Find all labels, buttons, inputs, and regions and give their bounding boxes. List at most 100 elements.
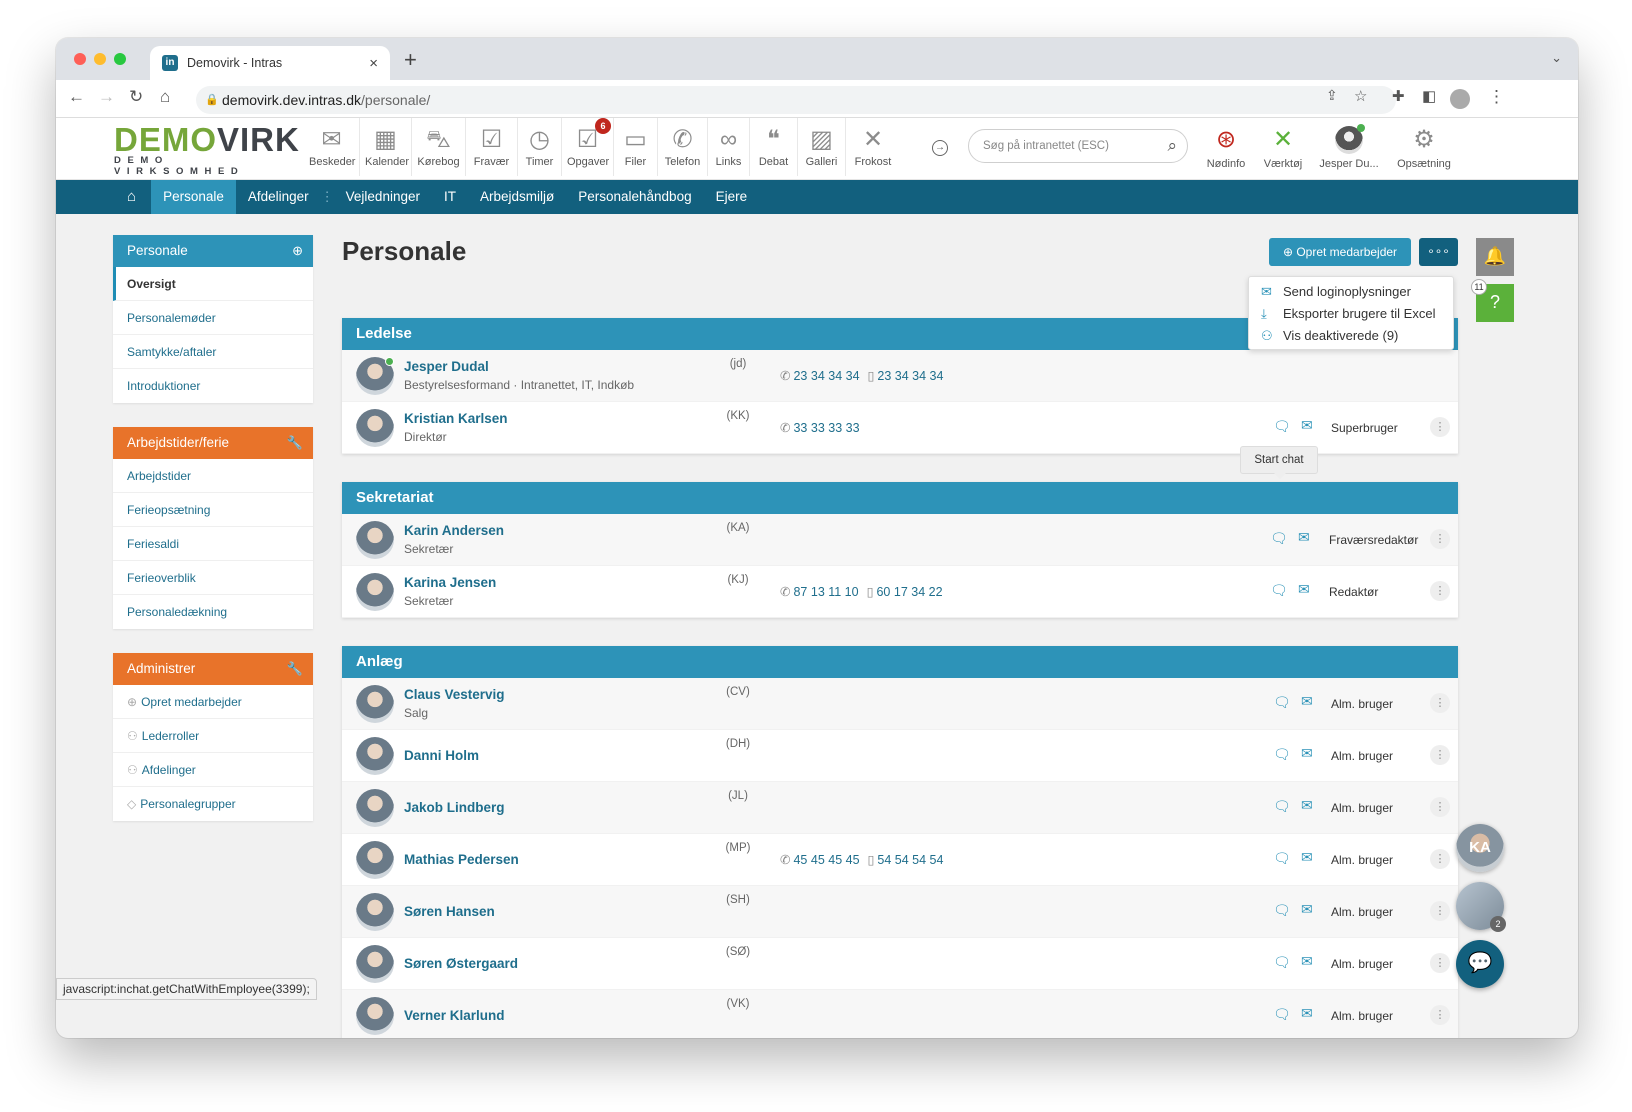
topbar-frav-r-button[interactable]: ☑ Fravær [466, 118, 518, 176]
sidebar-item[interactable]: Arbejdstider [113, 459, 313, 493]
nav-item-personalehåndbog[interactable]: Personalehåndbog [566, 180, 703, 214]
employee-name-link[interactable]: Jakob Lindberg [404, 800, 505, 815]
employee-name-link[interactable]: Verner Klarlund [404, 1008, 505, 1023]
opsaetning-button[interactable]: ⚙ Opsætning [1396, 124, 1452, 170]
nodinfo-button[interactable]: ⊛ Nødinfo [1204, 124, 1248, 170]
employee-name-link[interactable]: Søren Østergaard [404, 956, 518, 971]
sidebar-heading[interactable]: Personale ⊕ [113, 235, 313, 267]
row-menu-icon[interactable]: ⋮ [1430, 849, 1450, 869]
employee-name-link[interactable]: Danni Holm [404, 748, 479, 763]
employee-avatar[interactable] [356, 409, 394, 447]
search-input[interactable]: Søg på intranettet (ESC) ⌕ [968, 129, 1188, 163]
more-options-button[interactable]: ∘∘∘ [1419, 238, 1458, 266]
close-tab-icon[interactable]: × [369, 55, 378, 72]
tab-search-icon[interactable]: ⌄ [1551, 50, 1562, 66]
topbar-opgaver-button[interactable]: ☑ Opgaver 6 [562, 118, 614, 176]
sidebar-item[interactable]: Ferieoverblik [113, 561, 313, 595]
search-icon[interactable]: ⌕ [1167, 130, 1177, 162]
sidebar-item[interactable]: ⚇ Lederroller [113, 719, 313, 753]
employee-name-link[interactable]: Jesper Dudal [404, 359, 489, 374]
sidebar-item[interactable]: Introduktioner [113, 369, 313, 403]
phone-link[interactable]: 33 33 33 33 [793, 421, 859, 435]
forward-icon[interactable]: → [98, 87, 115, 107]
home-nav-icon[interactable]: ⌂ [112, 180, 151, 214]
mobile-link[interactable]: 60 17 34 22 [876, 585, 942, 599]
sidebar-item[interactable]: ◇ Personalegrupper [113, 787, 313, 821]
send-mail-icon[interactable]: ✉ [1298, 529, 1310, 546]
user-menu-button[interactable]: Jesper Du... [1314, 124, 1384, 170]
wrench-icon[interactable]: 🔧 [287, 653, 303, 685]
row-menu-icon[interactable]: ⋮ [1430, 901, 1450, 921]
start-chat-icon[interactable]: 🗨 [1273, 850, 1291, 867]
browser-menu-icon[interactable]: ⋮ [1488, 87, 1505, 107]
row-menu-icon[interactable]: ⋮ [1430, 1005, 1450, 1025]
topbar-debat-button[interactable]: ❝ Debat [750, 118, 798, 176]
profile-avatar-icon[interactable] [1450, 89, 1470, 109]
logo[interactable]: DEMOVIRK DEMO VIRKSOMHED [114, 123, 299, 178]
sidebar-item[interactable]: ⊕ Opret medarbejder [113, 685, 313, 719]
sidebar-item[interactable]: Personaledækning [113, 595, 313, 629]
nav-item-it[interactable]: IT [432, 180, 468, 214]
start-chat-icon[interactable]: 🗨 [1270, 530, 1288, 547]
chat-launcher-button[interactable]: 💬 [1456, 940, 1504, 988]
sidebar-item[interactable]: ⚇ Afdelinger [113, 753, 313, 787]
sidebar-heading[interactable]: Arbejdstider/ferie 🔧 [113, 427, 313, 459]
topbar-frokost-button[interactable]: ✕ Frokost [846, 118, 900, 176]
start-chat-icon[interactable]: 🗨 [1270, 582, 1288, 599]
topbar-kalender-button[interactable]: ▦ Kalender [360, 118, 412, 176]
group-chat-avatar[interactable]: 2 [1456, 882, 1506, 932]
send-mail-icon[interactable]: ✉ [1301, 1005, 1313, 1022]
nav-item-personale[interactable]: Personale [151, 180, 236, 214]
arrow-right-icon[interactable]: → [932, 140, 948, 156]
mobile-link[interactable]: 23 34 34 34 [877, 369, 943, 383]
plus-circle-icon[interactable]: ⊕ [292, 235, 303, 267]
employee-name-link[interactable]: Kristian Karlsen [404, 411, 508, 426]
employee-avatar[interactable] [356, 521, 394, 559]
sidebar-item[interactable]: Ferieopsætning [113, 493, 313, 527]
start-chat-icon[interactable]: 🗨 [1273, 418, 1291, 435]
row-menu-icon[interactable]: ⋮ [1430, 953, 1450, 973]
send-mail-icon[interactable]: ✉ [1301, 745, 1313, 762]
nav-item-arbejdsmiljø[interactable]: Arbejdsmiljø [468, 180, 566, 214]
address-bar[interactable]: 🔒 demovirk.dev.intras.dk/personale/ [196, 86, 1396, 114]
employee-name-link[interactable]: Mathias Pedersen [404, 852, 519, 867]
row-menu-icon[interactable]: ⋮ [1430, 745, 1450, 765]
employee-name-link[interactable]: Claus Vestervig [404, 687, 505, 702]
topbar-k-rebog-button[interactable]: ⛍ Kørebog [412, 118, 466, 176]
vaerktoj-button[interactable]: ✕ Værktøj [1258, 124, 1308, 170]
employee-name-link[interactable]: Søren Hansen [404, 904, 495, 919]
mobile-link[interactable]: 54 54 54 54 [877, 853, 943, 867]
sidebar-item[interactable]: Feriesaldi [113, 527, 313, 561]
maximize-window-button[interactable] [114, 53, 126, 65]
nav-item-ejere[interactable]: Ejere [704, 180, 760, 214]
start-chat-icon[interactable]: 🗨 [1273, 902, 1291, 919]
dropdown-item[interactable]: ⚇ Vis deaktiverede (9) [1249, 325, 1453, 347]
start-chat-icon[interactable]: 🗨 [1273, 954, 1291, 971]
topbar-galleri-button[interactable]: ▨ Galleri [798, 118, 846, 176]
start-chat-icon[interactable]: 🗨 [1273, 746, 1291, 763]
employee-avatar[interactable] [356, 573, 394, 611]
employee-name-link[interactable]: Karina Jensen [404, 575, 496, 590]
dropdown-item[interactable]: ✉ Send loginoplysninger [1249, 281, 1453, 303]
start-chat-icon[interactable]: 🗨 [1273, 798, 1291, 815]
sidebar-item[interactable]: Oversigt [113, 267, 313, 301]
start-chat-icon[interactable]: 🗨 [1273, 694, 1291, 711]
sidebar-item[interactable]: Samtykke/aftaler [113, 335, 313, 369]
send-mail-icon[interactable]: ✉ [1301, 901, 1313, 918]
employee-avatar[interactable] [356, 841, 394, 879]
bookmark-star-icon[interactable]: ☆ [1354, 87, 1367, 105]
row-menu-icon[interactable]: ⋮ [1430, 797, 1450, 817]
phone-link[interactable]: 87 13 11 10 [793, 585, 858, 599]
extensions-icon[interactable]: ✚ [1392, 87, 1405, 105]
phone-link[interactable]: 45 45 45 45 [793, 853, 859, 867]
topbar-telefon-button[interactable]: ✆ Telefon [658, 118, 708, 176]
share-icon[interactable]: ⇪ [1326, 87, 1338, 104]
send-mail-icon[interactable]: ✉ [1301, 849, 1313, 866]
sidepanel-icon[interactable]: ◧ [1422, 87, 1436, 105]
row-menu-icon[interactable]: ⋮ [1430, 529, 1450, 549]
employee-avatar[interactable] [356, 945, 394, 983]
nav-item-vejledninger[interactable]: Vejledninger [334, 180, 432, 214]
create-employee-button[interactable]: ⊕ Opret medarbejder [1269, 238, 1411, 266]
employee-avatar[interactable] [356, 893, 394, 931]
reload-icon[interactable]: ↻ [129, 87, 143, 107]
